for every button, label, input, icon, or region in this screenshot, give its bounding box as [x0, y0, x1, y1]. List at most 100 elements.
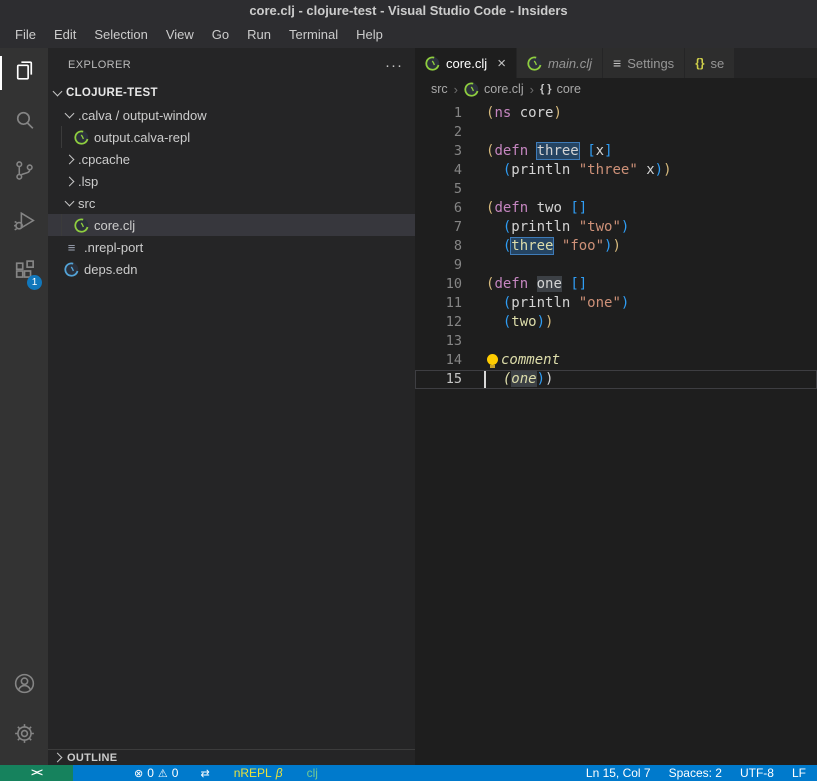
breadcrumb-item-core-clj[interactable]: core.clj: [464, 82, 524, 97]
breadcrumb-label: core.clj: [484, 82, 524, 96]
code-token: [528, 143, 536, 159]
tree-item-root[interactable]: CLOJURE-TEST: [48, 82, 415, 104]
close-icon[interactable]: ×: [497, 56, 506, 71]
clj-indicator[interactable]: clj: [302, 766, 323, 780]
code-line-13[interactable]: 13: [415, 332, 817, 351]
clojure-lsp-status[interactable]: ⇄: [195, 767, 214, 780]
code-token: [570, 162, 578, 178]
gear-icon: [12, 721, 37, 751]
line-content: (ns core): [486, 104, 562, 123]
activity-item-run-debug[interactable]: [0, 198, 48, 248]
code-token: [486, 162, 503, 178]
activity-item-account[interactable]: [0, 661, 48, 711]
menu-item-edit[interactable]: Edit: [45, 24, 85, 45]
code-token: defn: [494, 276, 528, 292]
problems-status[interactable]: ⊗0⚠0: [129, 766, 183, 780]
line-number: 2: [415, 123, 462, 142]
clojure-file-icon: [74, 218, 89, 233]
error-count: 0: [147, 766, 154, 780]
cursor-caret: [484, 371, 486, 388]
code-line-10[interactable]: 10(defn one []: [415, 275, 817, 294]
code-line-8[interactable]: 8 (three "foo")): [415, 237, 817, 256]
code-token: ): [545, 371, 553, 387]
tree-item-label: output.calva-repl: [94, 130, 190, 145]
tree-item-output-calva-repl[interactable]: output.calva-repl: [48, 126, 415, 148]
clj-label: clj: [307, 766, 318, 780]
code-token: println: [511, 295, 570, 311]
code-line-15[interactable]: 15 (one)): [415, 370, 817, 389]
status-bar-right: Ln 15, Col 7Spaces: 2UTF-8LF: [577, 766, 817, 780]
cursor-position[interactable]: Ln 15, Col 7: [577, 766, 660, 780]
code-line-14[interactable]: 14comment: [415, 351, 817, 370]
tab-se[interactable]: {}se: [685, 48, 735, 78]
extensions-badge: 1: [27, 275, 42, 290]
lightbulb-icon[interactable]: [487, 354, 498, 365]
line-number: 7: [415, 218, 462, 237]
code-line-7[interactable]: 7 (println "two"): [415, 218, 817, 237]
code-line-1[interactable]: 1 (ns core): [415, 104, 817, 123]
file-tree: CLOJURE-TEST.calva / output-window output…: [48, 82, 415, 749]
code-line-3[interactable]: 3(defn three [x]: [415, 142, 817, 161]
line-number: 15: [415, 370, 462, 389]
code-line-6[interactable]: 6(defn two []: [415, 199, 817, 218]
tab-settings[interactable]: ≡Settings: [603, 48, 685, 78]
chevron-right-icon: [65, 154, 75, 164]
encoding[interactable]: UTF-8: [731, 766, 783, 780]
line-content: (println "two"): [486, 218, 629, 237]
tree-item-src[interactable]: src: [48, 192, 415, 214]
code-token: ): [537, 371, 545, 387]
menu-item-help[interactable]: Help: [347, 24, 392, 45]
tree-item--cpcache[interactable]: .cpcache: [48, 148, 415, 170]
outline-section-header[interactable]: OUTLINE: [48, 749, 415, 765]
debug-icon: [12, 208, 37, 238]
tree-item--lsp[interactable]: .lsp: [48, 170, 415, 192]
line-number: 1: [415, 104, 462, 123]
tree-item--calva-output-window[interactable]: .calva / output-window: [48, 104, 415, 126]
code-editor[interactable]: 1 (ns core) 23(defn three [x]4 (println "t…: [415, 100, 817, 765]
tree-item--nrepl-port[interactable]: ≡.nrepl-port: [48, 236, 415, 258]
symbol-namespace-icon: { }: [540, 83, 552, 95]
nrepl-status[interactable]: nREPLβ: [229, 766, 288, 780]
activity-item-extensions[interactable]: 1: [0, 248, 48, 298]
activity-item-explorer[interactable]: [0, 48, 48, 98]
code-line-2[interactable]: 2: [415, 123, 817, 142]
code-line-9[interactable]: 9: [415, 256, 817, 275]
indentation[interactable]: Spaces: 2: [660, 766, 731, 780]
more-actions-icon[interactable]: ···: [385, 57, 403, 74]
activity-item-search[interactable]: [0, 98, 48, 148]
menu-item-file[interactable]: File: [6, 24, 45, 45]
sidebar-header: EXPLORER ···: [48, 48, 415, 82]
tree-item-core-clj[interactable]: core.clj: [48, 214, 415, 236]
code-line-11[interactable]: 11 (println "one"): [415, 294, 817, 313]
menu-item-terminal[interactable]: Terminal: [280, 24, 347, 45]
code-token: "three": [579, 162, 638, 178]
activity-item-source-control[interactable]: [0, 148, 48, 198]
code-token: comment: [501, 352, 560, 368]
code-token: [: [587, 143, 595, 159]
eol[interactable]: LF: [783, 766, 815, 780]
code-token: ): [612, 238, 620, 254]
nrepl-label: nREPL: [234, 766, 272, 780]
code-token: one: [511, 371, 536, 387]
code-token: [528, 276, 536, 292]
code-token: [486, 219, 503, 235]
tab-label: se: [711, 56, 725, 71]
line-number: 10: [415, 275, 462, 294]
tab-core-clj[interactable]: core.clj×: [415, 48, 517, 78]
remote-indicator[interactable]: ><: [0, 765, 73, 781]
code-line-5[interactable]: 5: [415, 180, 817, 199]
breadcrumb-item-src[interactable]: src: [431, 82, 448, 96]
breadcrumb-item-core[interactable]: { }core: [540, 82, 581, 96]
menu-item-selection[interactable]: Selection: [85, 24, 156, 45]
code-line-12[interactable]: 12 (two)): [415, 313, 817, 332]
menu-item-run[interactable]: Run: [238, 24, 280, 45]
tab-main-clj[interactable]: main.clj: [517, 48, 603, 78]
code-token: [486, 371, 503, 387]
activity-item-settings[interactable]: [0, 711, 48, 761]
menu-item-go[interactable]: Go: [203, 24, 238, 45]
tree-item-deps-edn[interactable]: deps.edn: [48, 258, 415, 280]
code-token: ): [553, 105, 561, 121]
code-line-4[interactable]: 4 (println "three" x)): [415, 161, 817, 180]
menu-item-view[interactable]: View: [157, 24, 203, 45]
code-token: [486, 314, 503, 330]
